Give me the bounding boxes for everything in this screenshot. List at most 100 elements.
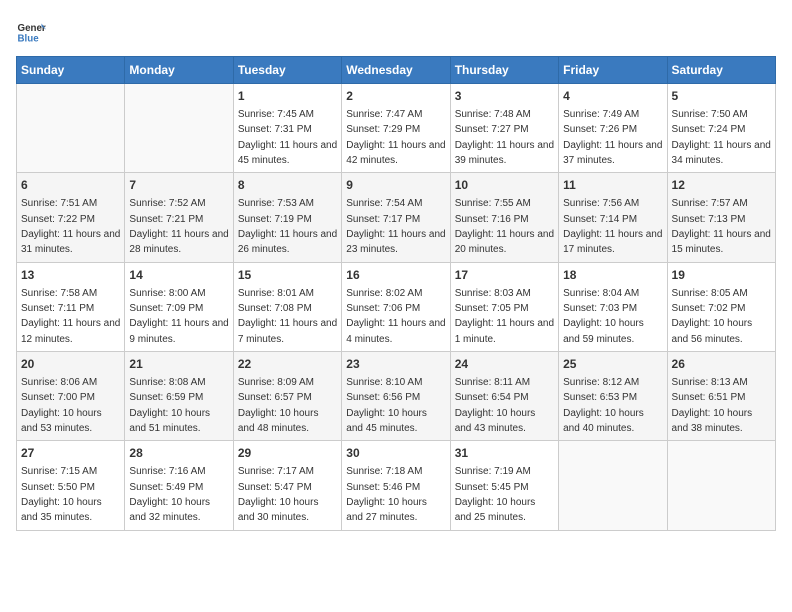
day-header-wednesday: Wednesday [342,57,450,84]
day-number: 19 [672,267,771,284]
day-number: 2 [346,88,445,105]
day-info: Sunrise: 7:56 AMSunset: 7:14 PMDaylight:… [563,198,662,255]
day-info: Sunrise: 7:47 AMSunset: 7:29 PMDaylight:… [346,109,445,166]
day-number: 23 [346,356,445,373]
day-info: Sunrise: 8:01 AMSunset: 7:08 PMDaylight:… [238,288,337,345]
day-info: Sunrise: 8:03 AMSunset: 7:05 PMDaylight:… [455,288,554,345]
calendar-cell: 2 Sunrise: 7:47 AMSunset: 7:29 PMDayligh… [342,84,450,173]
day-number: 14 [129,267,228,284]
logo-icon: General Blue [16,16,46,46]
day-info: Sunrise: 7:19 AMSunset: 5:45 PMDaylight:… [455,466,536,523]
day-header-sunday: Sunday [17,57,125,84]
calendar-cell: 5 Sunrise: 7:50 AMSunset: 7:24 PMDayligh… [667,84,775,173]
calendar-cell [17,84,125,173]
day-info: Sunrise: 7:58 AMSunset: 7:11 PMDaylight:… [21,288,120,345]
calendar-cell: 29 Sunrise: 7:17 AMSunset: 5:47 PMDaylig… [233,441,341,530]
day-number: 3 [455,88,554,105]
calendar-cell: 30 Sunrise: 7:18 AMSunset: 5:46 PMDaylig… [342,441,450,530]
calendar-cell: 6 Sunrise: 7:51 AMSunset: 7:22 PMDayligh… [17,173,125,262]
calendar-cell: 24 Sunrise: 8:11 AMSunset: 6:54 PMDaylig… [450,352,558,441]
day-number: 13 [21,267,120,284]
day-number: 9 [346,177,445,194]
day-header-tuesday: Tuesday [233,57,341,84]
day-info: Sunrise: 7:52 AMSunset: 7:21 PMDaylight:… [129,198,228,255]
day-header-thursday: Thursday [450,57,558,84]
day-info: Sunrise: 8:08 AMSunset: 6:59 PMDaylight:… [129,377,210,434]
calendar-cell: 25 Sunrise: 8:12 AMSunset: 6:53 PMDaylig… [559,352,667,441]
day-info: Sunrise: 8:05 AMSunset: 7:02 PMDaylight:… [672,288,753,345]
day-header-friday: Friday [559,57,667,84]
svg-text:Blue: Blue [18,34,40,45]
day-number: 29 [238,445,337,462]
calendar-cell: 26 Sunrise: 8:13 AMSunset: 6:51 PMDaylig… [667,352,775,441]
day-number: 7 [129,177,228,194]
calendar-cell [559,441,667,530]
page-header: General Blue [16,16,776,46]
calendar-cell: 7 Sunrise: 7:52 AMSunset: 7:21 PMDayligh… [125,173,233,262]
week-row-3: 13 Sunrise: 7:58 AMSunset: 7:11 PMDaylig… [17,262,776,351]
calendar-cell: 31 Sunrise: 7:19 AMSunset: 5:45 PMDaylig… [450,441,558,530]
day-info: Sunrise: 7:55 AMSunset: 7:16 PMDaylight:… [455,198,554,255]
day-number: 28 [129,445,228,462]
day-number: 4 [563,88,662,105]
day-info: Sunrise: 8:10 AMSunset: 6:56 PMDaylight:… [346,377,427,434]
calendar-cell: 21 Sunrise: 8:08 AMSunset: 6:59 PMDaylig… [125,352,233,441]
day-info: Sunrise: 7:57 AMSunset: 7:13 PMDaylight:… [672,198,771,255]
day-header-monday: Monday [125,57,233,84]
day-number: 8 [238,177,337,194]
calendar-cell: 4 Sunrise: 7:49 AMSunset: 7:26 PMDayligh… [559,84,667,173]
day-number: 10 [455,177,554,194]
day-number: 30 [346,445,445,462]
day-number: 25 [563,356,662,373]
day-info: Sunrise: 7:54 AMSunset: 7:17 PMDaylight:… [346,198,445,255]
calendar-cell: 28 Sunrise: 7:16 AMSunset: 5:49 PMDaylig… [125,441,233,530]
day-info: Sunrise: 8:12 AMSunset: 6:53 PMDaylight:… [563,377,644,434]
day-number: 15 [238,267,337,284]
calendar-body: 1 Sunrise: 7:45 AMSunset: 7:31 PMDayligh… [17,84,776,531]
week-row-2: 6 Sunrise: 7:51 AMSunset: 7:22 PMDayligh… [17,173,776,262]
day-info: Sunrise: 7:45 AMSunset: 7:31 PMDaylight:… [238,109,337,166]
week-row-5: 27 Sunrise: 7:15 AMSunset: 5:50 PMDaylig… [17,441,776,530]
day-number: 24 [455,356,554,373]
day-number: 12 [672,177,771,194]
day-info: Sunrise: 8:04 AMSunset: 7:03 PMDaylight:… [563,288,644,345]
calendar-cell [667,441,775,530]
calendar-cell: 11 Sunrise: 7:56 AMSunset: 7:14 PMDaylig… [559,173,667,262]
day-number: 21 [129,356,228,373]
day-info: Sunrise: 8:09 AMSunset: 6:57 PMDaylight:… [238,377,319,434]
day-info: Sunrise: 7:48 AMSunset: 7:27 PMDaylight:… [455,109,554,166]
day-info: Sunrise: 7:50 AMSunset: 7:24 PMDaylight:… [672,109,771,166]
day-number: 20 [21,356,120,373]
calendar-cell: 17 Sunrise: 8:03 AMSunset: 7:05 PMDaylig… [450,262,558,351]
day-info: Sunrise: 7:53 AMSunset: 7:19 PMDaylight:… [238,198,337,255]
calendar-cell: 15 Sunrise: 8:01 AMSunset: 7:08 PMDaylig… [233,262,341,351]
calendar-cell: 19 Sunrise: 8:05 AMSunset: 7:02 PMDaylig… [667,262,775,351]
day-info: Sunrise: 8:13 AMSunset: 6:51 PMDaylight:… [672,377,753,434]
day-info: Sunrise: 8:06 AMSunset: 7:00 PMDaylight:… [21,377,102,434]
calendar-cell: 12 Sunrise: 7:57 AMSunset: 7:13 PMDaylig… [667,173,775,262]
calendar-cell: 9 Sunrise: 7:54 AMSunset: 7:17 PMDayligh… [342,173,450,262]
calendar-cell: 20 Sunrise: 8:06 AMSunset: 7:00 PMDaylig… [17,352,125,441]
calendar-cell: 23 Sunrise: 8:10 AMSunset: 6:56 PMDaylig… [342,352,450,441]
logo: General Blue [16,16,46,46]
day-number: 31 [455,445,554,462]
week-row-1: 1 Sunrise: 7:45 AMSunset: 7:31 PMDayligh… [17,84,776,173]
calendar-header-row: SundayMondayTuesdayWednesdayThursdayFrid… [17,57,776,84]
calendar-table: SundayMondayTuesdayWednesdayThursdayFrid… [16,56,776,531]
day-number: 26 [672,356,771,373]
calendar-cell: 16 Sunrise: 8:02 AMSunset: 7:06 PMDaylig… [342,262,450,351]
calendar-cell: 10 Sunrise: 7:55 AMSunset: 7:16 PMDaylig… [450,173,558,262]
day-number: 27 [21,445,120,462]
day-number: 6 [21,177,120,194]
day-number: 17 [455,267,554,284]
day-number: 1 [238,88,337,105]
day-number: 22 [238,356,337,373]
day-info: Sunrise: 7:51 AMSunset: 7:22 PMDaylight:… [21,198,120,255]
day-info: Sunrise: 8:02 AMSunset: 7:06 PMDaylight:… [346,288,445,345]
calendar-cell: 1 Sunrise: 7:45 AMSunset: 7:31 PMDayligh… [233,84,341,173]
calendar-cell: 18 Sunrise: 8:04 AMSunset: 7:03 PMDaylig… [559,262,667,351]
day-number: 11 [563,177,662,194]
week-row-4: 20 Sunrise: 8:06 AMSunset: 7:00 PMDaylig… [17,352,776,441]
day-info: Sunrise: 7:18 AMSunset: 5:46 PMDaylight:… [346,466,427,523]
calendar-cell: 14 Sunrise: 8:00 AMSunset: 7:09 PMDaylig… [125,262,233,351]
